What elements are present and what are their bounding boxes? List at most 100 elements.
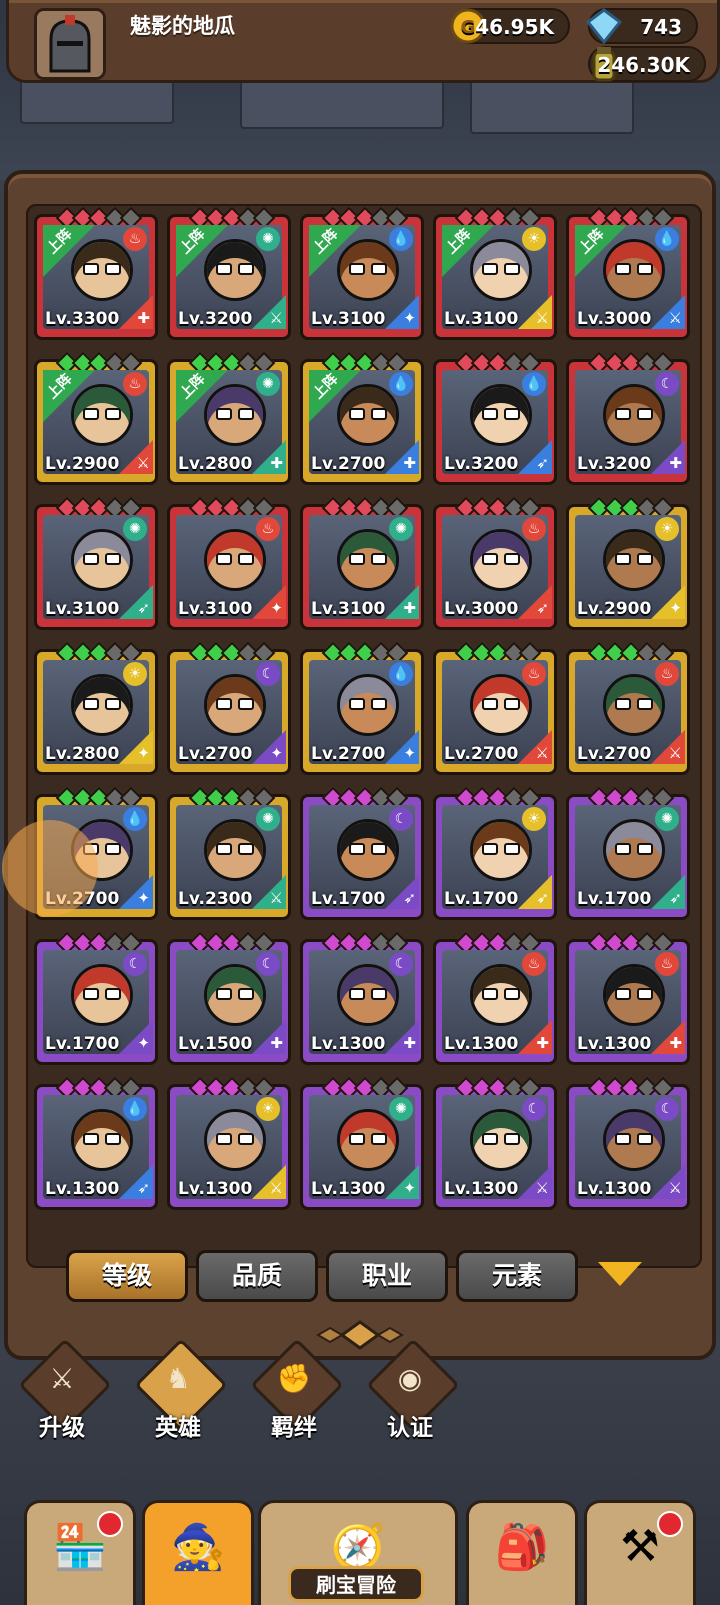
adventure-label[interactable]: 刷宝冒险 (288, 1566, 424, 1602)
hero-level: Lv.3000 (444, 599, 519, 619)
hero-card[interactable]: 上阵 💧 ⚔ Lv.3000 (566, 206, 690, 340)
hero-card[interactable]: ☾ ⚔ Lv.1300 (566, 1076, 690, 1210)
hero-card[interactable]: 上阵 ✺ ✚ Lv.2800 (167, 351, 291, 485)
hero-card[interactable]: ☾ ✦ Lv.1700 (34, 931, 158, 1065)
hero-card[interactable]: ☀ ➶ Lv.1700 (433, 786, 557, 920)
star-gems (321, 931, 409, 955)
hero-face (204, 384, 266, 446)
hero-card[interactable]: ☾ ⚔ Lv.1300 (433, 1076, 557, 1210)
svg-text:G: G (461, 17, 476, 38)
hero-level: Lv.1500 (178, 1034, 253, 1054)
hero-card[interactable]: ✺ ✦ Lv.1300 (300, 1076, 424, 1210)
wind-element-icon: ✺ (389, 1097, 413, 1121)
subnav-certify[interactable]: ◉ 认证 (362, 1338, 460, 1444)
light-element-icon: ☀ (522, 227, 546, 251)
nav-shop[interactable]: 🏪 (24, 1500, 136, 1605)
hero-card[interactable]: 上阵 💧 ✦ Lv.3100 (300, 206, 424, 340)
water-element-icon: 💧 (389, 227, 413, 251)
hero-card[interactable]: 💧 ➶ Lv.3200 (433, 351, 557, 485)
nav-heroes[interactable]: 🧙 (142, 1500, 254, 1605)
class-glyph: ✚ (270, 1034, 283, 1052)
hero-card[interactable]: ☀ ✦ Lv.2900 (566, 496, 690, 630)
gold-counter[interactable]: G 46.95K (450, 8, 570, 44)
subnav-heroes[interactable]: ♞ 英雄 (130, 1338, 228, 1444)
subnav-bonds-label: 羁绊 (271, 1415, 317, 1441)
sort-dropdown-arrow-icon[interactable] (598, 1262, 642, 1286)
hero-card[interactable]: ☾ ✚ Lv.1500 (167, 931, 291, 1065)
hero-card[interactable]: ✺ ➶ Lv.1700 (566, 786, 690, 920)
sort-tab-element[interactable]: 元素 (456, 1250, 578, 1302)
hero-card[interactable]: 上阵 ✺ ⚔ Lv.3200 (167, 206, 291, 340)
hero-card[interactable]: 💧 ✦ Lv.2700 (300, 641, 424, 775)
hero-card[interactable]: ☀ ✦ Lv.2800 (34, 641, 158, 775)
star-gems (321, 206, 409, 230)
hero-face (603, 239, 665, 301)
hero-card[interactable]: ✺ ➶ Lv.3100 (34, 496, 158, 630)
hero-card[interactable]: ♨ ⚔ Lv.2700 (433, 641, 557, 775)
nav-backpack[interactable]: 🎒 (466, 1500, 578, 1605)
hero-card[interactable]: 上阵 ☀ ⚔ Lv.3100 (433, 206, 557, 340)
hero-eye (482, 553, 498, 565)
hero-eye (371, 1133, 387, 1145)
gem-counter[interactable]: 743 (585, 8, 698, 45)
hero-card[interactable]: ☾ ➶ Lv.1700 (300, 786, 424, 920)
star-gems (55, 496, 143, 520)
hero-card[interactable]: ♨ ✚ Lv.1300 (566, 931, 690, 1065)
player-avatar[interactable] (34, 8, 106, 80)
hero-card[interactable]: ♨ ➶ Lv.3000 (433, 496, 557, 630)
hero-eye (238, 988, 254, 1000)
hero-eye (105, 553, 121, 565)
hero-card[interactable]: 上阵 ♨ ✚ Lv.3300 (34, 206, 158, 340)
class-glyph: ⚔ (668, 309, 682, 327)
handshake-icon: ✊ (276, 1362, 312, 1395)
water-element-icon: 💧 (522, 372, 546, 396)
nav-forge[interactable]: ⚒ (584, 1500, 696, 1605)
hero-card[interactable]: ☾ ✚ Lv.1300 (300, 931, 424, 1065)
subnav-upgrade[interactable]: ⚔ 升级 (14, 1338, 112, 1444)
subnav-bonds[interactable]: ✊ 羁绊 (246, 1338, 344, 1444)
hero-level: Lv.2800 (45, 744, 120, 764)
hero-card[interactable]: ☾ ✚ Lv.3200 (566, 351, 690, 485)
hero-grid[interactable]: 上阵 ♨ ✚ Lv.3300 上阵 ✺ ⚔ Lv.3200 上阵 💧 ✦ Lv.3100 上阵 ☀ ⚔ Lv.… (26, 204, 702, 1268)
hero-card[interactable]: ☀ ⚔ Lv.1300 (167, 1076, 291, 1210)
hero-card[interactable]: 上阵 ♨ ⚔ Lv.2900 (34, 351, 158, 485)
light-element-icon: ☀ (655, 517, 679, 541)
hero-face (337, 674, 399, 736)
hero-avatar-icon: 🧙 (170, 1522, 226, 1573)
class-glyph: ⚔ (269, 309, 283, 327)
potion-counter[interactable]: 246.30K (588, 46, 706, 82)
dark-element-icon: ☾ (655, 1097, 679, 1121)
hero-card[interactable]: 💧 ➶ Lv.1300 (34, 1076, 158, 1210)
hero-card[interactable]: ♨ ⚔ Lv.2700 (566, 641, 690, 775)
star-gems (454, 496, 542, 520)
hero-level: Lv.3200 (178, 309, 253, 329)
hero-card[interactable]: ✺ ⚔ Lv.2300 (167, 786, 291, 920)
hero-level: Lv.3100 (444, 309, 519, 329)
hero-card[interactable]: 上阵 💧 ✚ Lv.2700 (300, 351, 424, 485)
hero-card[interactable]: ♨ ✦ Lv.3100 (167, 496, 291, 630)
class-glyph: ✦ (403, 1179, 416, 1197)
hero-level: Lv.3100 (311, 599, 386, 619)
sort-tab-quality[interactable]: 品质 (196, 1250, 318, 1302)
hero-eye (371, 843, 387, 855)
hero-eye (105, 698, 121, 710)
fire-element-icon: ♨ (123, 227, 147, 251)
sort-tab-class[interactable]: 职业 (326, 1250, 448, 1302)
hero-face (204, 964, 266, 1026)
hero-face (603, 1109, 665, 1171)
star-gems (321, 496, 409, 520)
hero-level: Lv.3200 (577, 454, 652, 474)
gold-amount: 46.95K (475, 15, 554, 39)
hero-level: Lv.2700 (577, 744, 652, 764)
class-glyph: ➶ (137, 599, 150, 617)
hero-face (337, 239, 399, 301)
hero-card[interactable]: ✺ ✚ Lv.3100 (300, 496, 424, 630)
hero-card[interactable]: ☾ ✦ Lv.2700 (167, 641, 291, 775)
sort-tab-level[interactable]: 等级 (66, 1250, 188, 1302)
class-glyph: ✦ (137, 889, 150, 907)
fire-element-icon: ♨ (522, 952, 546, 976)
hero-card[interactable]: ♨ ✚ Lv.1300 (433, 931, 557, 1065)
star-gems (188, 931, 276, 955)
dark-element-icon: ☾ (522, 1097, 546, 1121)
hero-eye (371, 553, 387, 565)
